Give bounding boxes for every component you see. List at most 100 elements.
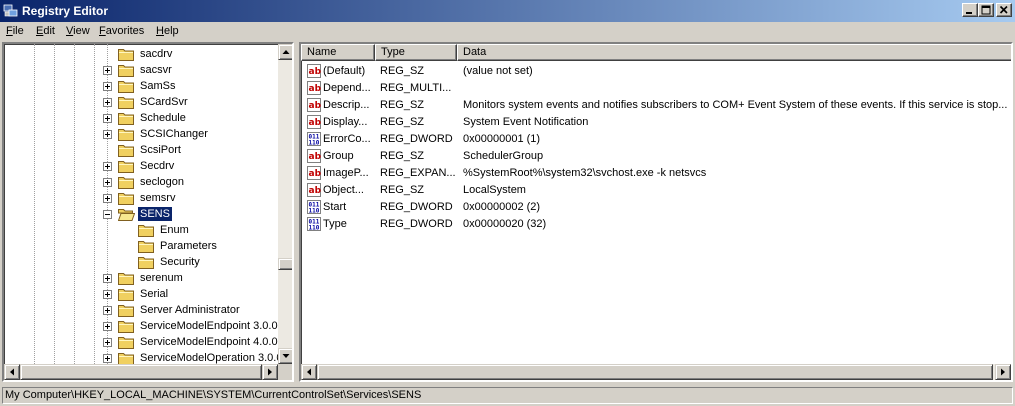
tree-horizontal-scrollbar[interactable] — [4, 364, 278, 380]
svg-text:ab: ab — [309, 152, 322, 162]
expand-icon[interactable] — [103, 354, 112, 363]
value-row[interactable]: 011 110 ErrorCo... REG_DWORD 0x00000001 (1… — [303, 131, 1011, 148]
value-row[interactable]: 011 110 Start REG_DWORD 0x00000002 (2) — [303, 199, 1011, 216]
expand-icon[interactable] — [103, 290, 112, 299]
expand-icon[interactable] — [103, 274, 112, 283]
menu-file[interactable]: File — [6, 25, 24, 37]
tree-item-label: seclogon — [140, 176, 185, 188]
folder-icon — [138, 241, 154, 253]
tree-item[interactable]: ServiceModelOperation 3.0.0.0 — [4, 350, 279, 364]
tree-item[interactable]: SamSs — [4, 78, 279, 94]
maximize-button[interactable] — [978, 3, 994, 17]
arrow-right-icon — [268, 368, 272, 376]
expand-icon[interactable] — [103, 338, 112, 347]
value-name: Group — [323, 150, 354, 162]
svg-text:ab: ab — [309, 118, 322, 128]
value-row[interactable]: ab ImageP... REG_EXPAN... %SystemRoot%\sys… — [303, 165, 1011, 182]
tree-hscroll-thumb[interactable] — [20, 364, 262, 380]
menu-favorites[interactable]: Favorites — [99, 25, 144, 37]
tree-item[interactable]: Server Administrator — [4, 302, 279, 318]
tree-content: sacdrv sacsvr SamSs SCardSvr Schedule SC… — [4, 44, 279, 364]
column-header-type[interactable]: Type — [375, 44, 457, 61]
tree-item[interactable]: ScsiPort — [4, 142, 279, 158]
expand-icon[interactable] — [103, 322, 112, 331]
tree-item[interactable]: sacdrv — [4, 46, 279, 62]
value-row[interactable]: ab (Default) REG_SZ (value not set) — [303, 63, 1011, 80]
expand-icon[interactable] — [103, 130, 112, 139]
tree-scroll-thumb[interactable] — [278, 258, 292, 270]
title-bar[interactable]: Registry Editor — [0, 0, 1015, 22]
minimize-button[interactable] — [962, 3, 978, 17]
value-row[interactable]: ab Display... REG_SZ System Event Notifica… — [303, 114, 1011, 131]
svg-text:110: 110 — [309, 208, 320, 215]
value-data: 0x00000002 (2) — [463, 201, 541, 213]
svg-text:110: 110 — [309, 140, 320, 147]
expand-icon[interactable] — [103, 306, 112, 315]
value-row[interactable]: ab Depend... REG_MULTI... — [303, 80, 1011, 97]
tree-item[interactable]: Security — [4, 254, 279, 270]
tree-item[interactable]: Secdrv — [4, 158, 279, 174]
tree-item[interactable]: Parameters — [4, 238, 279, 254]
menu-view-label: iew — [73, 25, 90, 37]
tree-scroll-right-button[interactable] — [262, 364, 278, 380]
folder-icon — [118, 177, 134, 189]
column-header-data[interactable]: Data — [457, 44, 1011, 61]
folder-icon — [118, 113, 134, 125]
expand-icon[interactable] — [103, 66, 112, 75]
tree-item-label: SCardSvr — [140, 96, 188, 108]
tree-item[interactable]: ServiceModelEndpoint 3.0.0.0 — [4, 318, 279, 334]
value-row[interactable]: ab Descrip... REG_SZ Monitors system event… — [303, 97, 1011, 114]
close-button[interactable] — [996, 3, 1012, 17]
tree-item[interactable]: semsrv — [4, 190, 279, 206]
maximize-icon — [981, 5, 991, 15]
tree-item[interactable]: SCSIChanger — [4, 126, 279, 142]
string-value-icon: ab — [307, 64, 322, 78]
tree-scroll-down-button[interactable] — [278, 348, 292, 364]
list-hscroll-thumb[interactable] — [317, 364, 993, 380]
tree-item[interactable]: Enum — [4, 222, 279, 238]
expand-icon[interactable] — [103, 162, 112, 171]
tree-vertical-scrollbar[interactable] — [278, 44, 292, 364]
menu-edit[interactable]: Edit — [36, 25, 55, 37]
tree-item[interactable]: sacsvr — [4, 62, 279, 78]
string-value-icon: ab — [307, 98, 322, 112]
tree-item[interactable]: ServiceModelEndpoint 4.0.0.0 — [4, 334, 279, 350]
menu-help[interactable]: Help — [156, 25, 179, 37]
svg-text:ab: ab — [309, 101, 322, 111]
value-row[interactable]: 011 110 Type REG_DWORD 0x00000020 (32) — [303, 216, 1011, 233]
tree-item[interactable]: Schedule — [4, 110, 279, 126]
list-scroll-left-button[interactable] — [301, 364, 317, 380]
arrow-down-icon — [282, 354, 290, 358]
registry-key-tree[interactable]: sacdrv sacsvr SamSs SCardSvr Schedule SC… — [2, 42, 294, 382]
expand-icon[interactable] — [103, 98, 112, 107]
value-type: REG_MULTI... — [380, 82, 452, 94]
folder-icon — [118, 193, 134, 205]
menu-file-hotkey: F — [6, 25, 13, 37]
tree-item[interactable]: seclogon — [4, 174, 279, 190]
tree-item[interactable]: serenum — [4, 270, 279, 286]
expand-icon[interactable] — [103, 114, 112, 123]
value-row[interactable]: ab Group REG_SZ SchedulerGroup — [303, 148, 1011, 165]
value-data: Monitors system events and notifies subs… — [463, 99, 1008, 111]
menu-favorites-hotkey: F — [99, 25, 106, 37]
tree-item[interactable]: Serial — [4, 286, 279, 302]
column-header-name[interactable]: Name — [301, 44, 375, 61]
binary-value-icon: 011 110 — [307, 200, 321, 215]
menu-view[interactable]: View — [66, 25, 90, 37]
list-scroll-right-button[interactable] — [995, 364, 1011, 380]
tree-item[interactable]: SENS — [4, 206, 279, 222]
expand-icon[interactable] — [103, 82, 112, 91]
tree-item-label: Serial — [140, 288, 169, 300]
tree-scroll-up-button[interactable] — [278, 44, 292, 60]
list-horizontal-scrollbar[interactable] — [301, 364, 1011, 380]
tree-scroll-left-button[interactable] — [4, 364, 20, 380]
collapse-icon[interactable] — [103, 210, 112, 219]
value-type: REG_EXPAN... — [380, 167, 456, 179]
expand-icon[interactable] — [103, 178, 112, 187]
registry-values-list[interactable]: Name Type Data ab (Default) REG_SZ (value … — [299, 42, 1013, 382]
value-row[interactable]: ab Object... REG_SZ LocalSystem — [303, 182, 1011, 199]
tree-item[interactable]: SCardSvr — [4, 94, 279, 110]
tree-item-label: ServiceModelEndpoint 4.0.0.0 — [140, 336, 279, 348]
value-type: REG_SZ — [380, 150, 425, 162]
expand-icon[interactable] — [103, 194, 112, 203]
